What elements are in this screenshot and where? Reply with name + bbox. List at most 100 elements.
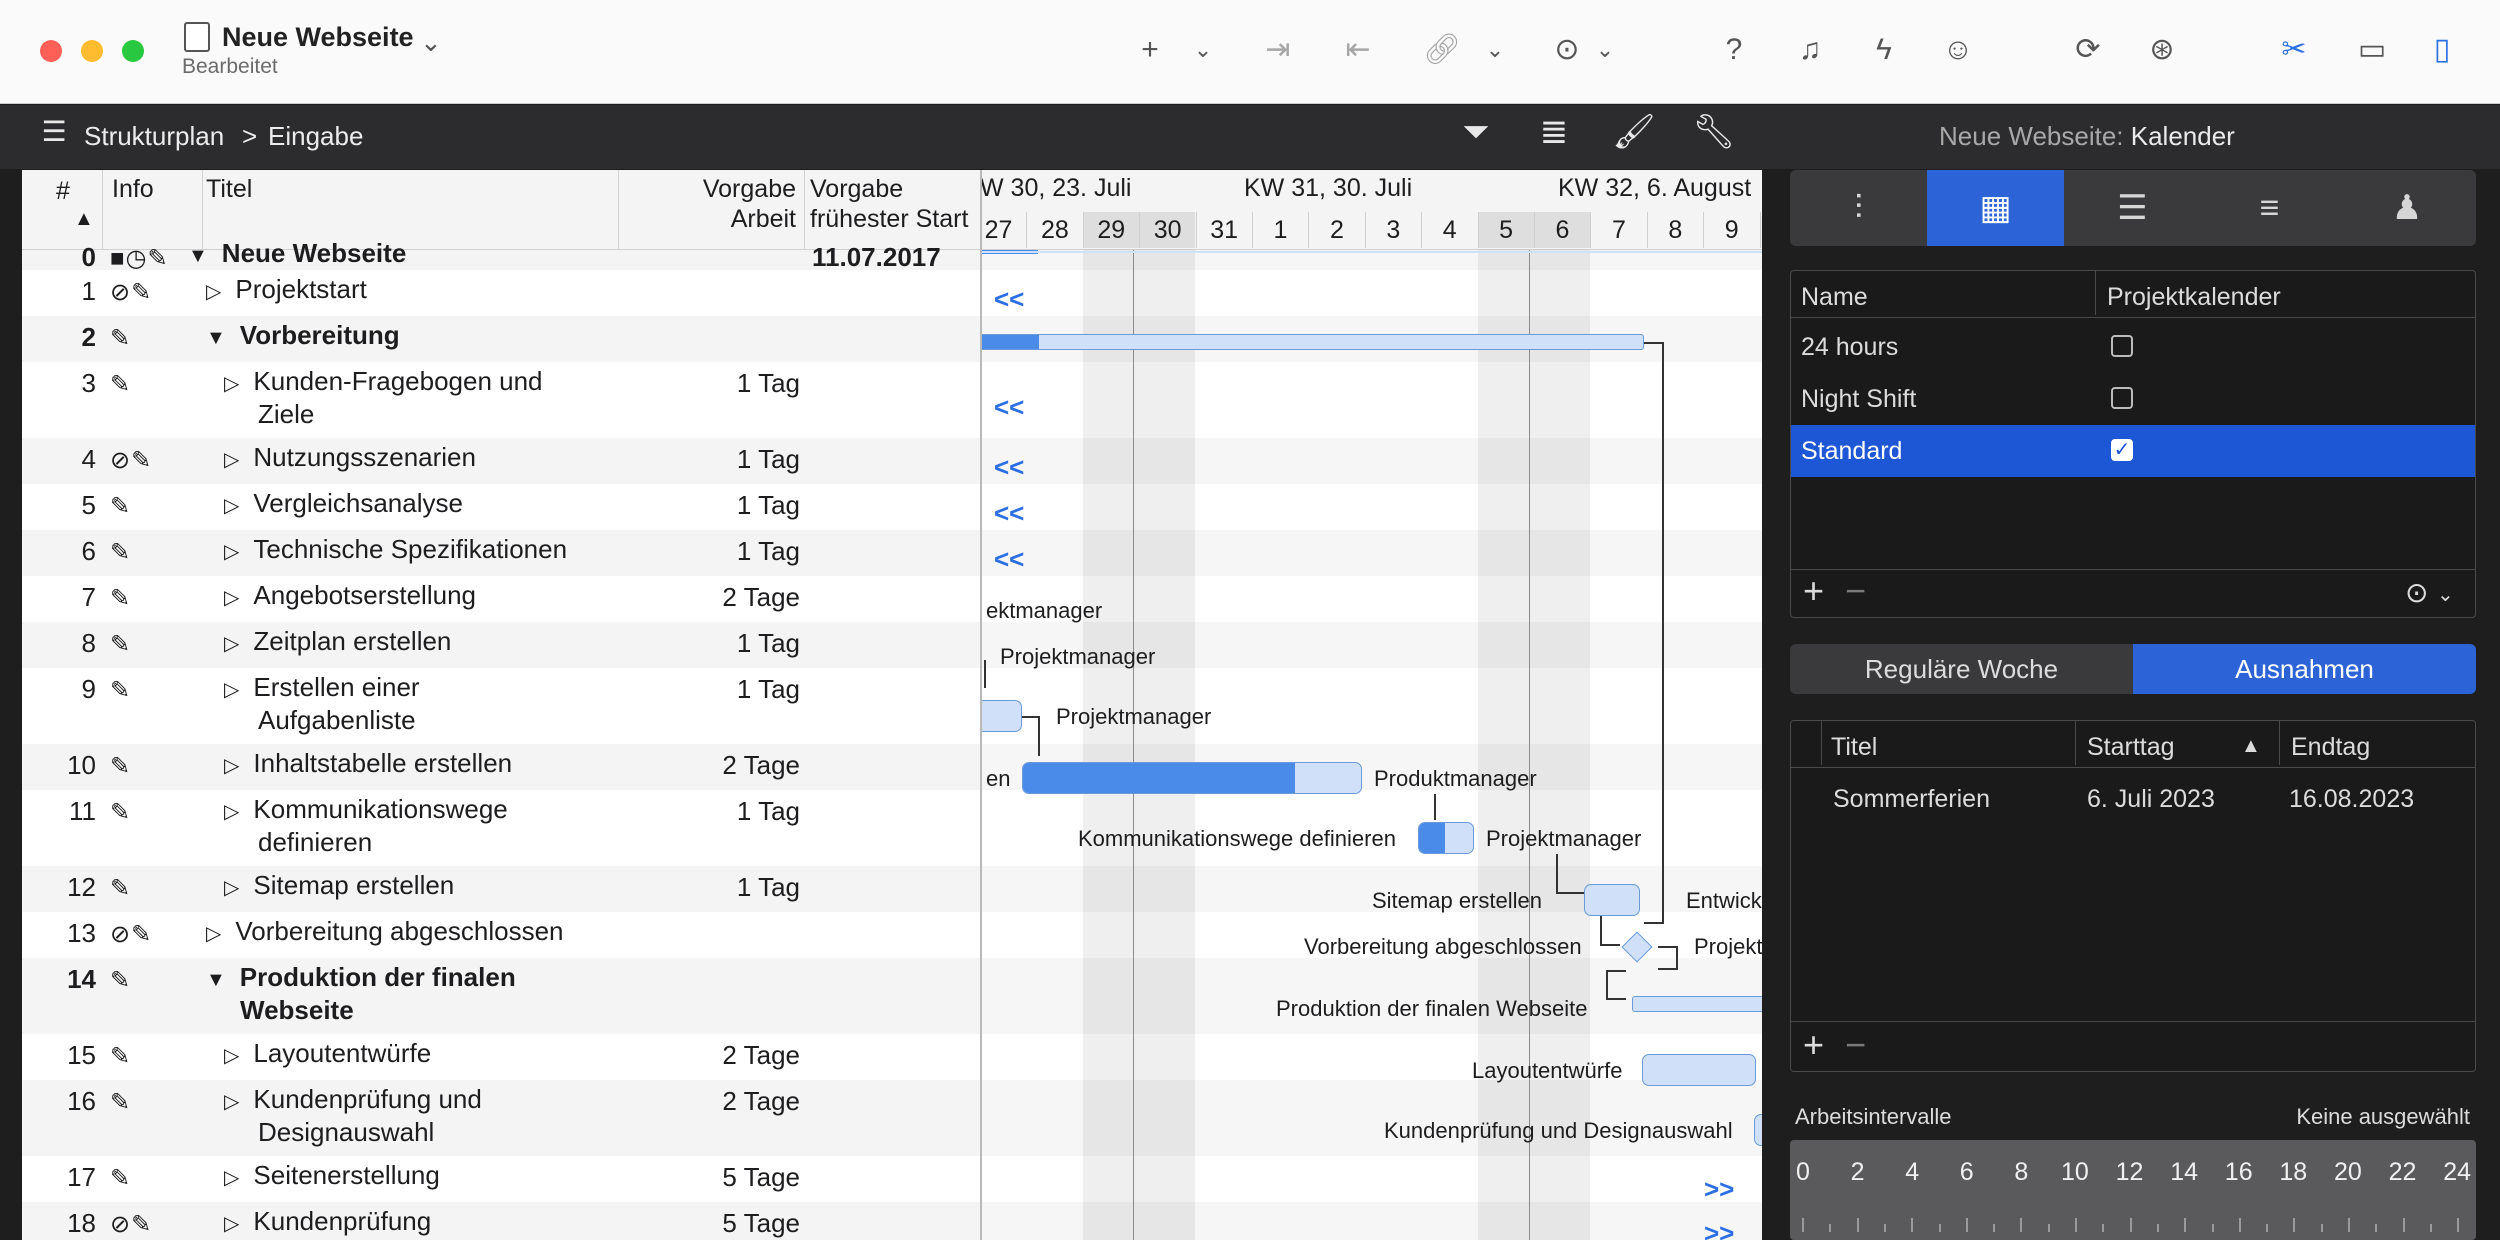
task-work[interactable]: 1 Tag	[640, 444, 800, 475]
task-title[interactable]: ▷ Inhaltstabelle erstellen	[224, 748, 512, 781]
list-icon[interactable]: ☰	[2064, 170, 2201, 246]
scroll-right-arrow[interactable]: >>	[1704, 1174, 1734, 1205]
task-title[interactable]: ▼ Produktion der finalen Webseite	[206, 962, 516, 1025]
disclosure-closed-icon[interactable]: ▷	[224, 797, 239, 827]
remove-calendar-button[interactable]: −	[1845, 573, 1866, 609]
scroll-left-arrow[interactable]: <<	[994, 284, 1024, 315]
link-icon[interactable]: 🔗︎	[1420, 30, 1464, 70]
network-icon[interactable]: ⊛	[2140, 30, 2184, 70]
chevron-down-icon[interactable]: ⌄	[1592, 30, 1618, 70]
table-row[interactable]: 3 ✎ ▷ Kunden-Fragebogen und Ziele 1 Tag	[22, 362, 980, 438]
refresh-icon[interactable]: ⟳	[2066, 30, 2110, 70]
work-interval-ruler[interactable]: 0 2 4 6 8 10 12 14 16 18 20 22 24	[1790, 1140, 2476, 1240]
task-title[interactable]: ▼ Vorbereitung	[206, 320, 400, 353]
task-work[interactable]: 5 Tage	[640, 1208, 800, 1239]
exception-title[interactable]: Sommerferien	[1833, 785, 1990, 814]
indent-icon[interactable]: ⇥	[1250, 30, 1306, 70]
task-title[interactable]: ▷ Angebotserstellung	[224, 580, 476, 613]
gantt-bar-kommunikation[interactable]	[1418, 822, 1474, 854]
task-work[interactable]: 2 Tage	[640, 1040, 800, 1071]
scroll-right-arrow[interactable]: >>	[1704, 1218, 1734, 1240]
bottom-panel-icon[interactable]: ▭	[2350, 30, 2394, 70]
table-row[interactable]: 12 ✎ ▷ Sitemap erstellen 1 Tag	[22, 866, 980, 912]
side-panel-icon[interactable]: ▯	[2420, 30, 2464, 70]
col-name[interactable]: Name	[1801, 283, 1868, 312]
table-row[interactable]: 13 ⊘✎ ▷ Vorbereitung abgeschlossen	[22, 912, 980, 958]
scroll-left-arrow[interactable]: <<	[994, 392, 1024, 423]
table-row-summary[interactable]: 0 ■◷✎ ▼ Neue Webseite 11.07.2017	[22, 238, 980, 272]
disclosure-closed-icon[interactable]: ▷	[224, 1087, 239, 1117]
calendar-icon[interactable]: ▦	[1927, 170, 2064, 246]
gantt-bar-aufgabenliste[interactable]	[982, 700, 1022, 732]
remove-exception-button[interactable]: −	[1845, 1027, 1866, 1063]
task-work[interactable]: 1 Tag	[640, 368, 800, 399]
filter-icon[interactable]: ⏷	[1454, 112, 1498, 152]
task-title[interactable]: ▷ Kunden-Fragebogen und Ziele	[224, 366, 543, 429]
table-row[interactable]: 2 ✎ ▼ Vorbereitung	[22, 316, 980, 362]
calendar-name[interactable]: Standard	[1801, 437, 1902, 466]
disclosure-open-icon[interactable]: ▼	[188, 241, 208, 271]
chevron-down-icon[interactable]: ⌄	[420, 22, 442, 62]
scroll-left-arrow[interactable]: <<	[994, 544, 1024, 575]
plus-icon[interactable]: +	[1130, 30, 1170, 70]
project-calendar-checkbox[interactable]: ✓	[2111, 439, 2133, 461]
calendar-name[interactable]: 24 hours	[1801, 333, 1898, 362]
disclosure-closed-icon[interactable]: ▷	[224, 873, 239, 903]
task-title[interactable]: ▷ Zeitplan erstellen	[224, 626, 451, 659]
chevron-down-icon[interactable]: ⌄	[1190, 30, 1216, 70]
col-info[interactable]: Info	[112, 174, 154, 204]
table-row[interactable]: 8 ✎ ▷ Zeitplan erstellen 1 Tag	[22, 622, 980, 668]
task-title[interactable]: ▷ Vergleichsanalyse	[224, 488, 463, 521]
zoom-icon[interactable]	[122, 40, 144, 62]
brush-icon[interactable]: 🖌︎	[1612, 112, 1656, 152]
person-icon[interactable]: ☺	[1936, 30, 1980, 70]
task-work[interactable]: 1 Tag	[640, 490, 800, 521]
gantt-bar-produktion[interactable]	[1632, 996, 1762, 1012]
sort-list-icon[interactable]: ≡	[2201, 170, 2338, 246]
task-work[interactable]: 2 Tage	[640, 582, 800, 613]
gantt-bar-sitemap[interactable]	[1584, 884, 1640, 916]
disclosure-closed-icon[interactable]: ▷	[224, 445, 239, 475]
project-calendar-checkbox[interactable]	[2111, 335, 2133, 357]
task-work[interactable]: 2 Tage	[640, 1086, 800, 1117]
disclosure-closed-icon[interactable]: ▷	[224, 537, 239, 567]
task-title[interactable]: ▷ Kundenprüfung	[224, 1206, 431, 1239]
add-calendar-button[interactable]: +	[1803, 573, 1824, 609]
table-row[interactable]: 1 ⊘✎ ▷ Projektstart	[22, 270, 980, 316]
chevron-down-icon[interactable]: ⌄	[2437, 577, 2454, 613]
disclosure-closed-icon[interactable]: ▷	[224, 751, 239, 781]
task-title[interactable]: ▷ Erstellen einer Aufgabenliste	[224, 672, 420, 735]
disclosure-closed-icon[interactable]: ▷	[224, 1209, 239, 1239]
table-row[interactable]: 6 ✎ ▷ Technische Spezifikationen 1 Tag	[22, 530, 980, 576]
disclosure-open-icon[interactable]: ▼	[206, 965, 226, 995]
disclosure-closed-icon[interactable]: ▷	[206, 277, 221, 307]
outline-icon[interactable]: ☰	[32, 112, 76, 152]
close-icon[interactable]	[40, 40, 62, 62]
task-work[interactable]: 1 Tag	[640, 872, 800, 903]
bell-icon[interactable]: ♫	[1788, 30, 1832, 70]
table-row[interactable]: 5 ✎ ▷ Vergleichsanalyse 1 Tag	[22, 484, 980, 530]
col-num[interactable]: #	[56, 176, 70, 206]
wrench-icon[interactable]: 🔧︎	[1692, 112, 1736, 152]
task-title[interactable]: ▷ Sitemap erstellen	[224, 870, 454, 903]
gantt-icon[interactable]: ≣	[1532, 112, 1576, 152]
col-work[interactable]: Vorgabe Arbeit	[622, 174, 796, 234]
col-start[interactable]: Vorgabe frühester Start	[810, 174, 980, 234]
disclosure-closed-icon[interactable]: ▷	[224, 629, 239, 659]
task-work[interactable]: 1 Tag	[640, 674, 800, 705]
task-title[interactable]: ▷ Layoutentwürfe	[224, 1038, 431, 1071]
col-project-calendar[interactable]: Projektkalender	[2107, 283, 2281, 312]
minimize-icon[interactable]	[81, 40, 103, 62]
exception-end[interactable]: 16.08.2023	[2289, 785, 2414, 814]
gantt-bar-kundenpruefung[interactable]	[1754, 1114, 1762, 1146]
scroll-left-arrow[interactable]: <<	[994, 498, 1024, 529]
window-title[interactable]: Neue Webseite	[222, 22, 414, 53]
more-icon[interactable]: ⊙	[2405, 575, 2428, 611]
resource-icon[interactable]: ♟	[2338, 170, 2476, 246]
disclosure-closed-icon[interactable]: ▷	[224, 369, 239, 399]
disclosure-closed-icon[interactable]: ▷	[206, 919, 221, 949]
tab-exceptions[interactable]: Ausnahmen	[2133, 644, 2476, 694]
gantt-bar-inhaltstabelle[interactable]	[1022, 762, 1362, 794]
task-work[interactable]: 1 Tag	[640, 628, 800, 659]
col-title[interactable]: Titel	[206, 174, 252, 204]
